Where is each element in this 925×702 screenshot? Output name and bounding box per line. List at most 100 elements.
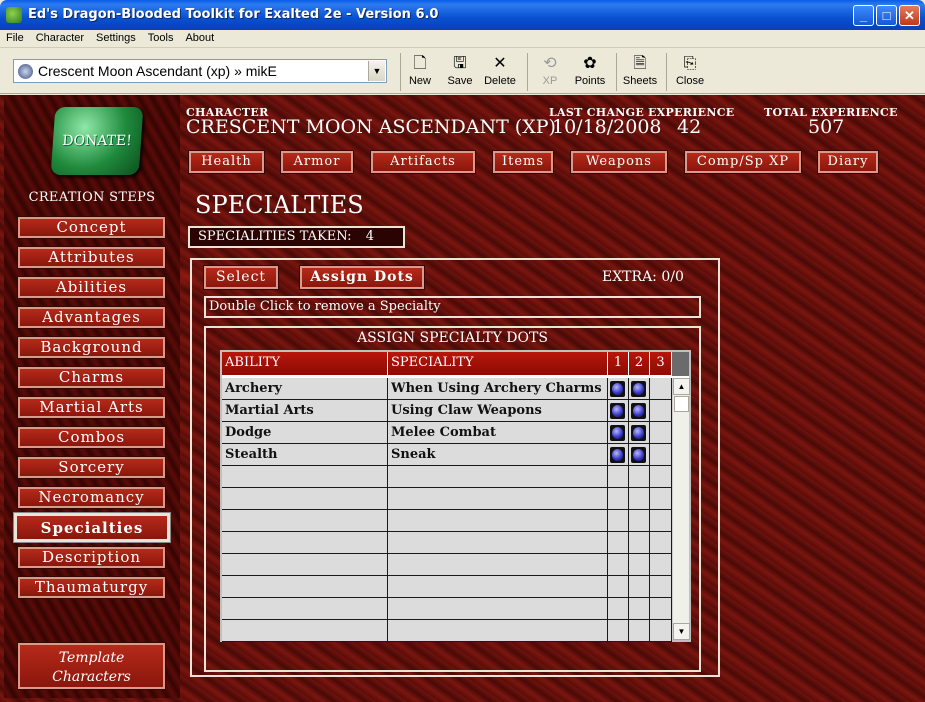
points-button[interactable]: ✿ Points [572, 53, 608, 91]
table-row[interactable]: Martial Arts Using Claw Weapons [222, 400, 672, 422]
minimize-button[interactable]: _ [853, 5, 874, 26]
step-martial-arts[interactable]: Martial Arts [17, 396, 166, 419]
sheets-button[interactable]: 🗎 Sheets [621, 53, 659, 91]
speciality-cell[interactable]: When Using Archery Charms [388, 378, 608, 400]
dot-cell-2[interactable] [629, 378, 650, 400]
menu-file[interactable]: File [0, 30, 30, 44]
col-speciality[interactable]: SPECIALITY [388, 352, 608, 376]
armor-button[interactable]: Armor [280, 150, 354, 174]
scroll-up-arrow[interactable]: ▲ [673, 378, 690, 395]
specialty-dot-icon[interactable] [610, 425, 625, 441]
table-row[interactable] [222, 466, 672, 488]
step-sorcery[interactable]: Sorcery [17, 456, 166, 479]
dot-cell-1[interactable] [608, 576, 629, 598]
dot-cell-2[interactable] [629, 444, 650, 466]
ability-cell[interactable]: Archery [222, 378, 388, 400]
weapons-button[interactable]: Weapons [570, 150, 668, 174]
health-button[interactable]: Health [188, 150, 265, 174]
ability-cell[interactable] [222, 554, 388, 576]
ability-cell[interactable]: Martial Arts [222, 400, 388, 422]
dot-cell-2[interactable] [629, 532, 650, 554]
character-select[interactable]: Crescent Moon Ascendant (xp) » mikE ▼ [13, 59, 387, 83]
specialty-dot-icon[interactable] [631, 381, 646, 397]
ability-cell[interactable] [222, 466, 388, 488]
table-row[interactable] [222, 598, 672, 620]
close-button[interactable]: ⎘ Close [674, 53, 706, 91]
dot-cell-2[interactable] [629, 620, 650, 642]
ability-cell[interactable] [222, 510, 388, 532]
dot-cell-3[interactable] [650, 620, 672, 642]
speciality-cell[interactable] [388, 488, 608, 510]
dot-cell-1[interactable] [608, 532, 629, 554]
table-row[interactable]: Stealth Sneak [222, 444, 672, 466]
specialty-dot-icon[interactable] [610, 381, 625, 397]
dot-cell-1[interactable] [608, 444, 629, 466]
step-combos[interactable]: Combos [17, 426, 166, 449]
speciality-cell[interactable]: Melee Combat [388, 422, 608, 444]
dot-cell-3[interactable] [650, 444, 672, 466]
dot-cell-1[interactable] [608, 620, 629, 642]
dot-cell-1[interactable] [608, 378, 629, 400]
speciality-cell[interactable]: Sneak [388, 444, 608, 466]
step-necromancy[interactable]: Necromancy [17, 486, 166, 509]
maximize-button[interactable]: □ [876, 5, 897, 26]
dot-cell-2[interactable] [629, 422, 650, 444]
step-charms[interactable]: Charms [17, 366, 166, 389]
speciality-cell[interactable] [388, 554, 608, 576]
dot-cell-1[interactable] [608, 510, 629, 532]
specialty-dot-icon[interactable] [631, 403, 646, 419]
artifacts-button[interactable]: Artifacts [370, 150, 476, 174]
step-attributes[interactable]: Attributes [17, 246, 166, 269]
comp-sp-xp-button[interactable]: Comp/Sp XP [684, 150, 802, 174]
specialty-dot-icon[interactable] [631, 425, 646, 441]
dot-cell-1[interactable] [608, 422, 629, 444]
speciality-cell[interactable] [388, 620, 608, 642]
step-description[interactable]: Description [17, 546, 166, 569]
delete-button[interactable]: ✕ Delete [482, 53, 518, 91]
dot-cell-1[interactable] [608, 598, 629, 620]
ability-cell[interactable]: Dodge [222, 422, 388, 444]
table-row[interactable] [222, 488, 672, 510]
step-advantages[interactable]: Advantages [17, 306, 166, 329]
dot-cell-3[interactable] [650, 598, 672, 620]
new-button[interactable]: 🗋 New [405, 53, 435, 91]
specialty-dot-icon[interactable] [610, 403, 625, 419]
step-background[interactable]: Background [17, 336, 166, 359]
donate-button[interactable]: DONATE! [50, 107, 144, 175]
col-ability[interactable]: ABILITY [222, 352, 388, 376]
table-row[interactable] [222, 510, 672, 532]
step-thaumaturgy[interactable]: Thaumaturgy [17, 576, 166, 599]
menu-character[interactable]: Character [30, 30, 90, 44]
scroll-thumb[interactable] [674, 396, 689, 412]
table-row[interactable]: Dodge Melee Combat [222, 422, 672, 444]
dot-cell-3[interactable] [650, 422, 672, 444]
speciality-cell[interactable] [388, 532, 608, 554]
save-button[interactable]: 🖫 Save [445, 53, 475, 91]
table-row[interactable] [222, 620, 672, 642]
dot-cell-1[interactable] [608, 554, 629, 576]
dot-cell-3[interactable] [650, 400, 672, 422]
chevron-down-icon[interactable]: ▼ [368, 61, 385, 81]
dot-cell-2[interactable] [629, 400, 650, 422]
vertical-scrollbar[interactable]: ▲ ▼ [672, 378, 690, 640]
specialty-dot-icon[interactable] [631, 447, 646, 463]
ability-cell[interactable] [222, 488, 388, 510]
menu-tools[interactable]: Tools [142, 30, 180, 44]
scroll-down-arrow[interactable]: ▼ [673, 623, 690, 640]
ability-cell[interactable] [222, 620, 388, 642]
dot-cell-3[interactable] [650, 554, 672, 576]
col-dot-1[interactable]: 1 [608, 352, 629, 376]
ability-cell[interactable] [222, 576, 388, 598]
speciality-cell[interactable] [388, 576, 608, 598]
table-row[interactable] [222, 554, 672, 576]
ability-cell[interactable] [222, 598, 388, 620]
menu-settings[interactable]: Settings [90, 30, 142, 44]
xp-button[interactable]: ⟲ XP [535, 53, 565, 91]
speciality-cell[interactable]: Using Claw Weapons [388, 400, 608, 422]
table-row[interactable]: Archery When Using Archery Charms [222, 378, 672, 400]
dot-cell-2[interactable] [629, 488, 650, 510]
dot-cell-3[interactable] [650, 466, 672, 488]
dot-cell-2[interactable] [629, 598, 650, 620]
template-characters-button[interactable]: Template Characters [17, 642, 166, 690]
dot-cell-3[interactable] [650, 510, 672, 532]
